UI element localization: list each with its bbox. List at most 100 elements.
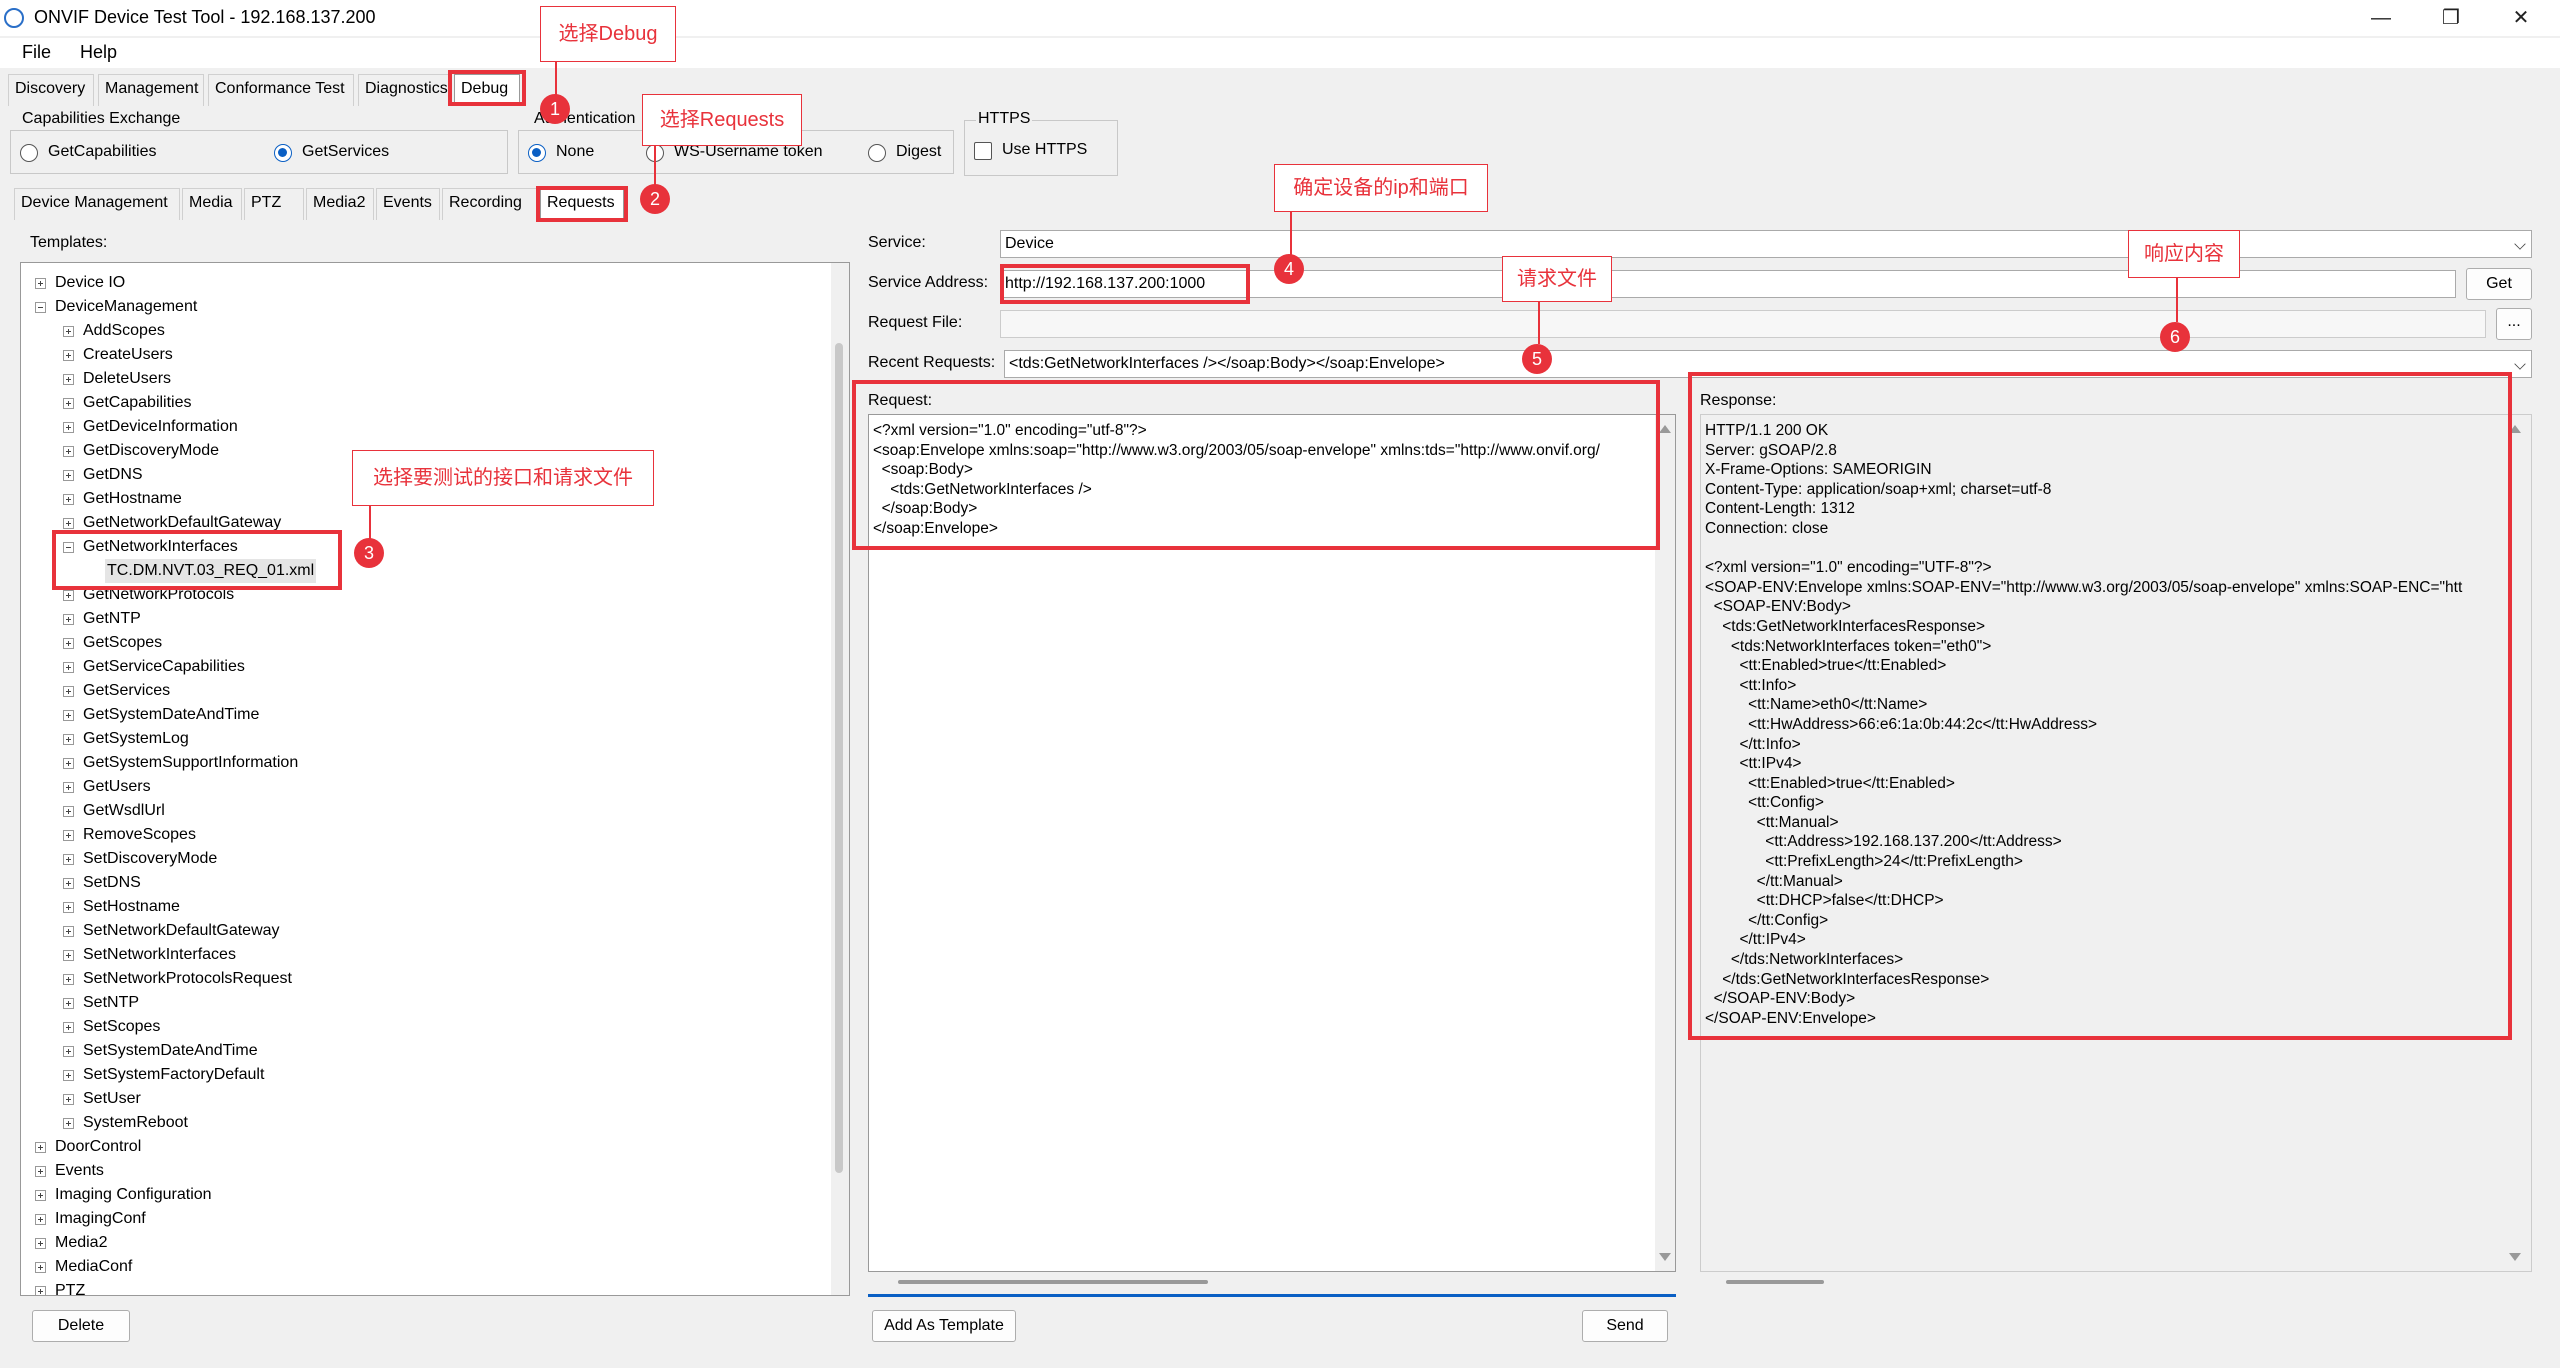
tree-item[interactable]: AddScopes bbox=[63, 319, 763, 343]
expand-icon[interactable] bbox=[63, 374, 74, 385]
getservices-radio[interactable] bbox=[274, 144, 292, 162]
tree-item[interactable]: SystemReboot bbox=[63, 1111, 763, 1135]
tree-item[interactable]: RemoveScopes bbox=[63, 823, 763, 847]
auth-digest-radio[interactable] bbox=[868, 144, 886, 162]
expand-icon[interactable] bbox=[63, 590, 74, 601]
expand-icon[interactable] bbox=[63, 1046, 74, 1057]
tree-item[interactable]: SetNTP bbox=[63, 991, 763, 1015]
expand-icon[interactable] bbox=[63, 686, 74, 697]
tree-item[interactable]: Device IO bbox=[35, 271, 735, 295]
tree-item[interactable]: SetDNS bbox=[63, 871, 763, 895]
expand-icon[interactable] bbox=[63, 1094, 74, 1105]
expand-icon[interactable] bbox=[63, 950, 74, 961]
tree-item[interactable]: GetNTP bbox=[63, 607, 763, 631]
scroll-up-icon[interactable] bbox=[2509, 425, 2521, 433]
scroll-down-icon[interactable] bbox=[2509, 1253, 2521, 1261]
expand-icon[interactable] bbox=[63, 854, 74, 865]
expand-icon[interactable] bbox=[35, 1286, 46, 1295]
response-hscrollbar[interactable] bbox=[1700, 1272, 2532, 1294]
use-https-checkbox[interactable] bbox=[974, 142, 992, 160]
subtab-recording[interactable]: Recording bbox=[442, 188, 538, 220]
tree-item[interactable]: GetDeviceInformation bbox=[63, 415, 763, 439]
tree-item[interactable]: SetSystemDateAndTime bbox=[63, 1039, 763, 1063]
expand-icon[interactable] bbox=[63, 422, 74, 433]
expand-icon[interactable] bbox=[35, 1262, 46, 1273]
minimize-button[interactable]: — bbox=[2346, 0, 2416, 36]
expand-icon[interactable] bbox=[63, 998, 74, 1009]
tree-item[interactable]: SetScopes bbox=[63, 1015, 763, 1039]
subtab-media2[interactable]: Media2 bbox=[306, 188, 374, 220]
add-as-template-button[interactable]: Add As Template bbox=[872, 1310, 1016, 1342]
service-select[interactable]: Device bbox=[1000, 230, 2532, 258]
expand-icon[interactable] bbox=[63, 1022, 74, 1033]
subtab-device-management[interactable]: Device Management bbox=[14, 188, 180, 220]
expand-icon[interactable] bbox=[63, 350, 74, 361]
recent-requests-select[interactable]: <tds:GetNetworkInterfaces /></soap:Body>… bbox=[1004, 350, 2532, 378]
tree-item[interactable]: MediaConf bbox=[35, 1255, 735, 1279]
expand-icon[interactable] bbox=[63, 662, 74, 673]
subtab-events[interactable]: Events bbox=[376, 188, 440, 220]
tree-item[interactable]: GetWsdlUrl bbox=[63, 799, 763, 823]
delete-button[interactable]: Delete bbox=[32, 1310, 130, 1342]
maximize-button[interactable]: ❐ bbox=[2416, 0, 2486, 36]
tree-item[interactable]: Events bbox=[35, 1159, 735, 1183]
request-hscroll-thumb[interactable] bbox=[898, 1280, 1208, 1284]
expand-icon[interactable] bbox=[63, 782, 74, 793]
tab-discovery[interactable]: Discovery bbox=[8, 74, 94, 106]
menu-help[interactable]: Help bbox=[80, 42, 117, 63]
menu-file[interactable]: File bbox=[22, 42, 51, 63]
collapse-icon[interactable] bbox=[63, 542, 74, 553]
tree-item[interactable]: SetUser bbox=[63, 1087, 763, 1111]
tree-item[interactable]: Imaging Configuration bbox=[35, 1183, 735, 1207]
expand-icon[interactable] bbox=[63, 734, 74, 745]
tree-item[interactable]: DeleteUsers bbox=[63, 367, 763, 391]
expand-icon[interactable] bbox=[63, 974, 74, 985]
tree-item[interactable]: GetSystemDateAndTime bbox=[63, 703, 763, 727]
expand-icon[interactable] bbox=[63, 518, 74, 529]
tree-item[interactable]: SetSystemFactoryDefault bbox=[63, 1063, 763, 1087]
subtab-ptz[interactable]: PTZ bbox=[244, 188, 304, 220]
response-hscroll-thumb[interactable] bbox=[1726, 1280, 1824, 1284]
expand-icon[interactable] bbox=[63, 1118, 74, 1129]
tree-item[interactable]: Media2 bbox=[35, 1231, 735, 1255]
expand-icon[interactable] bbox=[63, 710, 74, 721]
response-textarea[interactable]: HTTP/1.1 200 OK Server: gSOAP/2.8 X-Frame-… bbox=[1700, 414, 2532, 1272]
expand-icon[interactable] bbox=[63, 470, 74, 481]
request-textarea[interactable]: <?xml version="1.0" encoding="utf-8"?> <s… bbox=[868, 414, 1676, 1272]
tree-item[interactable]: PTZ bbox=[35, 1279, 735, 1295]
tree-item[interactable]: GetSystemLog bbox=[63, 727, 763, 751]
tab-conformance-test[interactable]: Conformance Test bbox=[208, 74, 354, 106]
expand-icon[interactable] bbox=[63, 638, 74, 649]
tree-item[interactable]: GetScopes bbox=[63, 631, 763, 655]
request-scrollbar[interactable] bbox=[1655, 415, 1675, 1271]
expand-icon[interactable] bbox=[63, 926, 74, 937]
tree-item[interactable]: GetSystemSupportInformation bbox=[63, 751, 763, 775]
subtab-requests[interactable]: Requests bbox=[540, 188, 624, 220]
expand-icon[interactable] bbox=[63, 1070, 74, 1081]
tree-item[interactable]: GetNetworkInterfaces bbox=[63, 535, 763, 559]
tree-scrollbar-thumb[interactable] bbox=[835, 343, 843, 1173]
expand-icon[interactable] bbox=[63, 614, 74, 625]
send-button[interactable]: Send bbox=[1582, 1310, 1668, 1342]
scroll-down-icon[interactable] bbox=[1659, 1253, 1671, 1261]
tab-management[interactable]: Management bbox=[98, 74, 204, 106]
tree-item[interactable]: GetUsers bbox=[63, 775, 763, 799]
close-button[interactable]: ✕ bbox=[2486, 0, 2556, 36]
tree-item[interactable]: GetNetworkDefaultGateway bbox=[63, 511, 763, 535]
tree-item[interactable]: GetNetworkProtocols bbox=[63, 583, 763, 607]
expand-icon[interactable] bbox=[35, 1214, 46, 1225]
expand-icon[interactable] bbox=[35, 1238, 46, 1249]
expand-icon[interactable] bbox=[35, 1142, 46, 1153]
tree-item[interactable]: SetHostname bbox=[63, 895, 763, 919]
expand-icon[interactable] bbox=[63, 902, 74, 913]
tree-item[interactable]: GetCapabilities bbox=[63, 391, 763, 415]
tree-item[interactable]: DeviceManagement bbox=[35, 295, 735, 319]
tree-item[interactable]: SetNetworkInterfaces bbox=[63, 943, 763, 967]
tree-item[interactable]: DoorControl bbox=[35, 1135, 735, 1159]
browse-button[interactable]: ... bbox=[2496, 308, 2532, 340]
expand-icon[interactable] bbox=[63, 446, 74, 457]
expand-icon[interactable] bbox=[63, 758, 74, 769]
tab-diagnostics[interactable]: Diagnostics bbox=[358, 74, 450, 106]
expand-icon[interactable] bbox=[63, 878, 74, 889]
collapse-icon[interactable] bbox=[35, 302, 46, 313]
